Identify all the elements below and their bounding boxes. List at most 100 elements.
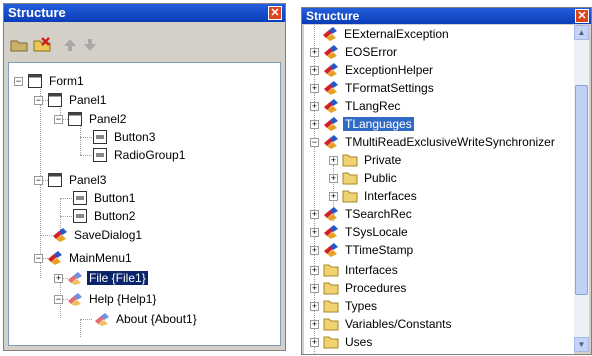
tree-node-savedialog1[interactable]: SaveDialog1 <box>52 226 144 244</box>
expand-icon[interactable]: + <box>310 209 319 219</box>
tree-node-tmultireadexclusivewritesynchronizer[interactable]: − TMultiReadExclusiveWriteSynchronizer <box>310 133 557 151</box>
panel-icon <box>47 92 63 108</box>
scroll-up-button[interactable]: ▲ <box>574 25 589 40</box>
move-down-button[interactable] <box>79 35 101 55</box>
expand-icon[interactable]: + <box>310 245 319 255</box>
expand-icon[interactable]: + <box>310 47 319 57</box>
expand-icon[interactable]: + <box>54 273 63 283</box>
tree-node-interfaces[interactable]: + Interfaces <box>310 261 400 279</box>
tree-node-label: TMultiReadExclusiveWriteSynchronizer <box>345 135 555 149</box>
class-icon <box>323 44 339 60</box>
tree-node-tlangrec[interactable]: + TLangRec <box>310 97 402 115</box>
scroll-thumb[interactable] <box>575 85 588 295</box>
tree-node-radiogroup1[interactable]: RadioGroup1 <box>92 146 187 164</box>
tree-node-tformatsettings[interactable]: + TFormatSettings <box>310 79 436 97</box>
tree-node-label: Button1 <box>94 191 136 205</box>
tree-node-form1[interactable]: − Form1 <box>14 72 86 90</box>
tree-node-label: SaveDialog1 <box>74 228 143 242</box>
menu-item-icon <box>94 311 110 327</box>
expand-icon[interactable]: + <box>310 265 319 275</box>
expand-icon[interactable]: + <box>329 155 338 165</box>
folder-icon <box>323 262 339 278</box>
tree-node-label: TTimeStamp <box>345 243 414 257</box>
collapse-icon[interactable]: − <box>14 76 23 86</box>
tree-node-label: Button2 <box>94 209 136 223</box>
left-tree-view[interactable]: − Form1 − Panel1 − Panel2 Button3 RadioG… <box>8 62 281 346</box>
move-up-button[interactable] <box>59 35 81 55</box>
tree-node-tlanguages[interactable]: + TLanguages <box>310 115 414 133</box>
tree-node-ttimestamp[interactable]: + TTimeStamp <box>310 241 415 259</box>
collapse-icon[interactable]: − <box>310 137 319 147</box>
tree-node-file1[interactable]: + File {File1} <box>54 269 148 287</box>
tree-node-help1[interactable]: − Help {Help1} <box>54 290 158 308</box>
tree-node-about1[interactable]: About {About1} <box>94 310 199 328</box>
tree-node-tsyslocale[interactable]: + TSysLocale <box>310 223 410 241</box>
button-icon <box>72 208 88 224</box>
tree-node-button1[interactable]: Button1 <box>72 189 137 207</box>
tree-node-label: TSearchRec <box>345 207 412 221</box>
expand-icon[interactable]: + <box>329 191 338 201</box>
tree-node-panel2[interactable]: − Panel2 <box>54 110 128 128</box>
collapse-icon[interactable]: − <box>34 95 43 105</box>
tree-node-label: Variables/Constants <box>345 317 452 331</box>
expand-icon[interactable]: + <box>310 101 319 111</box>
expand-icon[interactable]: + <box>310 337 319 347</box>
tree-node-label: Uses <box>345 335 373 349</box>
scroll-down-button[interactable]: ▼ <box>574 337 589 352</box>
tree-node-tsearchrec[interactable]: + TSearchRec <box>310 205 414 223</box>
expand-icon[interactable]: + <box>310 319 319 329</box>
right-tree-view[interactable]: EExternalException + EOSError + Exceptio… <box>304 25 574 354</box>
tree-node-label: About {About1} <box>116 312 197 326</box>
collapse-icon[interactable]: − <box>54 114 63 124</box>
tree-node-types[interactable]: + Types <box>310 297 379 315</box>
tree-node-public[interactable]: + Public <box>329 169 399 187</box>
panel-icon <box>67 111 83 127</box>
menu-item-icon <box>67 291 83 307</box>
expand-icon[interactable]: + <box>310 283 319 293</box>
class-icon <box>323 134 339 150</box>
class-icon <box>323 98 339 114</box>
class-icon <box>323 116 339 132</box>
tree-node-label-selected: TLanguages <box>343 117 414 131</box>
left-structure-panel: Structure ✕ − Form1 − Panel1 − Panel2 Bu… <box>3 3 286 351</box>
expand-icon[interactable]: + <box>310 65 319 75</box>
delete-button[interactable] <box>31 35 53 55</box>
left-close-icon[interactable]: ✕ <box>268 6 282 20</box>
collapse-icon[interactable]: − <box>34 253 43 263</box>
expand-icon[interactable]: + <box>310 301 319 311</box>
folder-delete-button[interactable] <box>8 35 30 55</box>
tree-node-label: Private <box>364 153 402 167</box>
folder-icon <box>323 280 339 296</box>
expand-icon[interactable]: + <box>310 83 319 93</box>
tree-node-uses[interactable]: + Uses <box>310 333 374 351</box>
collapse-icon[interactable]: − <box>34 175 43 185</box>
tree-node-button2[interactable]: Button2 <box>72 207 137 225</box>
expand-icon[interactable]: + <box>310 227 319 237</box>
tree-node-eoserror[interactable]: + EOSError <box>310 43 399 61</box>
tree-node-interfaces-inner[interactable]: + Interfaces <box>329 187 419 205</box>
tree-node-label: Form1 <box>49 74 84 88</box>
tree-node-exceptionhelper[interactable]: + ExceptionHelper <box>310 61 435 79</box>
tree-node-label: Panel2 <box>89 112 127 126</box>
tree-node-variables-constants[interactable]: + Variables/Constants <box>310 315 454 333</box>
right-panel-title: Structure <box>302 8 591 24</box>
right-close-icon[interactable]: ✕ <box>575 9 589 23</box>
tree-node-label: Types <box>345 299 378 313</box>
expand-icon[interactable]: + <box>329 173 338 183</box>
tree-node-mainmenu1[interactable]: − MainMenu1 <box>34 249 134 267</box>
vertical-scrollbar[interactable]: ▲ ▼ <box>574 25 589 352</box>
expand-icon[interactable]: + <box>310 119 319 129</box>
collapse-icon[interactable]: − <box>54 294 63 304</box>
class-icon <box>323 80 339 96</box>
tree-node-panel3[interactable]: − Panel3 <box>34 171 108 189</box>
tree-node-procedures[interactable]: + Procedures <box>310 279 408 297</box>
tree-node-button3[interactable]: Button3 <box>92 128 157 146</box>
tree-node-label: Panel1 <box>69 93 107 107</box>
component-icon <box>47 250 63 266</box>
tree-node-eexternalexception[interactable]: EExternalException <box>322 25 451 43</box>
tree-node-label: EOSError <box>345 45 398 59</box>
folder-icon <box>342 170 358 186</box>
tree-node-label: Procedures <box>345 281 407 295</box>
tree-node-panel1[interactable]: − Panel1 <box>34 91 108 109</box>
tree-node-private[interactable]: + Private <box>329 151 403 169</box>
